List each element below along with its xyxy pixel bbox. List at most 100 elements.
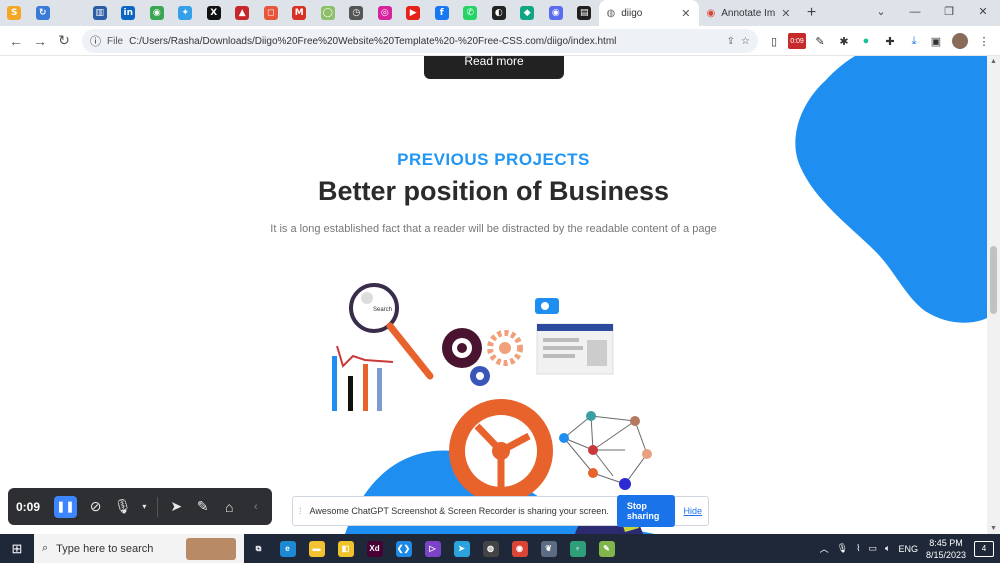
obs-icon: ◍	[482, 540, 499, 557]
tab-active[interactable]: ◍ diigo ✕	[598, 0, 699, 26]
language-indicator[interactable]: ENG	[898, 544, 918, 554]
close-tab-icon[interactable]: ✕	[781, 7, 790, 20]
volume-icon[interactable]: 🔈︎	[885, 543, 890, 554]
mic-options-chevron-icon[interactable]: ▾	[142, 502, 148, 511]
info-icon[interactable]: ⓘ	[90, 33, 101, 49]
search-highlight-art	[186, 537, 236, 560]
menu-kebab-icon[interactable]: ⋮	[976, 33, 992, 49]
file-scheme-label: File	[107, 35, 124, 47]
new-tab-button[interactable]: +	[799, 4, 825, 22]
pinned-tab[interactable]: ▶	[399, 0, 428, 26]
close-window-icon[interactable]: ✕	[966, 0, 1000, 26]
taskbar-app-tree-app[interactable]: ♆	[563, 534, 592, 563]
pinned-tab[interactable]: ◷	[342, 0, 371, 26]
share-icon[interactable]: ⇪	[727, 36, 735, 47]
scroll-down-arrow-icon[interactable]: ▼	[987, 525, 1000, 532]
tab-inactive[interactable]: ◉ Annotate Ima ✕	[699, 0, 799, 26]
taskbar-app-file-explorer[interactable]: ▬	[302, 534, 331, 563]
tab-search-icon[interactable]: ⌄	[864, 0, 898, 26]
eraser-tool-icon[interactable]: ⌂	[221, 499, 238, 515]
collapse-chevron-icon[interactable]: ‹	[248, 501, 265, 513]
scrollbar-thumb[interactable]	[990, 246, 997, 314]
tray-overflow-chevron-icon[interactable]: ︿	[820, 542, 829, 555]
taskbar-app-task-view[interactable]: ⧉	[244, 534, 273, 563]
forward-arrow-icon[interactable]: →	[28, 33, 52, 49]
reload-icon[interactable]: ↻	[52, 32, 76, 49]
taskbar-app-chrome[interactable]: ◉	[505, 534, 534, 563]
pinned-tab[interactable]: ✦	[171, 0, 200, 26]
taskbar-search-box[interactable]: ⌕ Type here to search	[34, 534, 244, 563]
side-panel-icon[interactable]: ▣	[928, 33, 944, 49]
read-more-button[interactable]: Read more	[424, 56, 564, 79]
taskbar-app-adobe-xd[interactable]: Xd	[360, 534, 389, 563]
taskbar-app-obs[interactable]: ◍	[476, 534, 505, 563]
close-tab-icon[interactable]: ✕	[681, 7, 690, 20]
pinned-tab[interactable]: ◆	[513, 0, 542, 26]
pinned-tab[interactable]: ↻	[29, 0, 58, 26]
extensions-icon[interactable]: ✚	[882, 33, 898, 49]
blank-icon	[64, 6, 79, 20]
pen-tool-icon[interactable]: ✎	[195, 498, 212, 515]
pinned-tab[interactable]: ◯	[314, 0, 343, 26]
pinned-tab[interactable]: ▲	[228, 0, 257, 26]
pause-button[interactable]: ❚❚	[53, 495, 78, 518]
puzzle-extension-icon[interactable]: ✱	[836, 33, 852, 49]
pinned-tab[interactable]: ▥	[86, 0, 115, 26]
profile-avatar[interactable]	[952, 33, 968, 49]
pinned-tab[interactable]: X	[200, 0, 229, 26]
pinned-tab[interactable]: S	[0, 0, 29, 26]
search-icon: ⌕	[42, 542, 49, 554]
taskbar-app-bird-app[interactable]: ❦	[534, 534, 563, 563]
taskbar-app-vscode[interactable]: ❮❯	[389, 534, 418, 563]
scroll-up-arrow-icon[interactable]: ▲	[987, 58, 1000, 65]
notification-center-icon[interactable]: 4	[974, 540, 994, 557]
battery-icon[interactable]: ▭	[869, 543, 878, 554]
taskbar-app-edge[interactable]: e	[273, 534, 302, 563]
blue-small-gear-icon	[470, 366, 490, 386]
pinned-tab[interactable]: ◉	[542, 0, 571, 26]
hide-banner-link[interactable]: Hide	[683, 506, 702, 516]
drag-handle-icon[interactable]: ⁞	[299, 506, 302, 516]
download-icon[interactable]: ⤓	[906, 33, 922, 49]
pinned-tab[interactable]: f	[428, 0, 457, 26]
taskbar-app-telegram[interactable]: ➤	[447, 534, 476, 563]
network-icon[interactable]: ⌇	[856, 543, 860, 554]
tab-strip: S ↻ ▥ in ◉ ✦ X ▲ ◻ M ◯ ◷ ◎ ▶ f ✆ ◐ ◆ ◉ ▤ ◍ diigo ✕ ◉ Annotate Im…	[0, 0, 1000, 26]
pinned-tab[interactable]: ✆	[456, 0, 485, 26]
instagram-icon: ◎	[377, 6, 392, 20]
stop-sharing-button[interactable]: Stop sharing	[616, 495, 676, 527]
page-scrollbar[interactable]: ▲ ▼	[987, 56, 1000, 534]
eyedropper-icon[interactable]: ✎	[812, 33, 828, 49]
tray-microphone-icon[interactable]: 🎙︎	[837, 543, 848, 554]
pinned-tab[interactable]	[57, 0, 86, 26]
address-bar[interactable]: ⓘ File C:/Users/Rasha/Downloads/Diigo%20…	[82, 29, 758, 53]
taskbar-app-sticky-app[interactable]: ◧	[331, 534, 360, 563]
restore-icon[interactable]: ❐	[932, 0, 966, 26]
cursor-tool-icon[interactable]: ➤	[168, 498, 185, 515]
trello-icon: ▤	[577, 6, 592, 20]
microphone-icon[interactable]: 🎙︎	[114, 498, 132, 515]
reading-list-icon[interactable]: ▯	[766, 33, 782, 49]
pinned-tab[interactable]: M	[285, 0, 314, 26]
taskbar-clock[interactable]: 8:45 PM 8/15/2023	[926, 537, 966, 561]
back-arrow-icon[interactable]: ←	[4, 33, 28, 49]
grammarly-icon[interactable]: ●	[858, 33, 874, 49]
linkedin-icon: in	[121, 6, 136, 20]
bookmark-star-icon[interactable]: ☆	[741, 36, 750, 47]
notepad-icon: ✎	[598, 540, 615, 557]
pinned-tab[interactable]: ▤	[570, 0, 599, 26]
pinned-tab[interactable]: in	[114, 0, 143, 26]
camera-off-icon[interactable]: ⊘	[87, 498, 104, 515]
taskbar-app-visual-studio[interactable]: ▷	[418, 534, 447, 563]
pinned-tab[interactable]: ◉	[143, 0, 172, 26]
tab-title: Annotate Ima	[721, 7, 776, 19]
visual-studio-icon: ▷	[424, 540, 441, 557]
taskbar-app-notepad[interactable]: ✎	[592, 534, 621, 563]
pinned-tab[interactable]: ◐	[485, 0, 514, 26]
pinned-tab[interactable]: ◻	[257, 0, 286, 26]
url-text[interactable]: C:/Users/Rasha/Downloads/Diigo%20Free%20…	[129, 36, 721, 47]
pinned-tab[interactable]: ◎	[371, 0, 400, 26]
minimize-icon[interactable]: —	[898, 0, 932, 26]
recorder-extension-icon[interactable]: 0:09	[788, 33, 806, 49]
windows-start-icon[interactable]: ⊞	[0, 541, 34, 557]
